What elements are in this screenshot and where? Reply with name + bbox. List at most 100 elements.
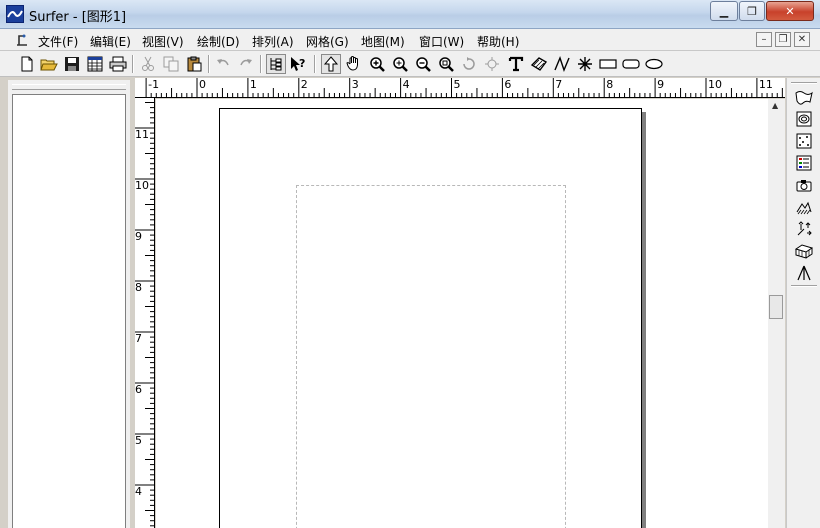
ellipse-button[interactable]: [644, 54, 664, 74]
pane-grip[interactable]: [12, 84, 126, 90]
toolbar-separator: [132, 55, 134, 73]
plot-canvas[interactable]: [156, 99, 768, 528]
menu-grid[interactable]: 网格(G): [306, 33, 349, 50]
reshape-button[interactable]: [482, 54, 502, 74]
menu-help[interactable]: 帮助(H): [477, 33, 519, 50]
paste-button[interactable]: [184, 54, 204, 74]
zoom-rectangle-button[interactable]: [390, 54, 410, 74]
menu-view[interactable]: 视图(V): [142, 33, 184, 50]
zoom-in-icon: [370, 57, 385, 72]
ruler-label: -1: [148, 78, 160, 91]
contour-map-button[interactable]: [793, 109, 815, 129]
rotate-button[interactable]: [459, 54, 479, 74]
cut-button[interactable]: [138, 54, 158, 74]
minimize-button[interactable]: ▁: [710, 1, 738, 21]
ruler-label: 5: [453, 78, 461, 91]
shaded-relief-map-button[interactable]: [793, 197, 815, 217]
open-folder-icon: [40, 59, 58, 71]
rectangle-button[interactable]: [598, 54, 618, 74]
maximize-button[interactable]: ❐: [739, 1, 765, 21]
symbol-button[interactable]: [575, 54, 595, 74]
ruler-label: 7: [135, 332, 142, 345]
polygon-button[interactable]: [529, 54, 549, 74]
zoom-out-button[interactable]: [413, 54, 433, 74]
image-map-button[interactable]: [793, 175, 815, 195]
menu-edit[interactable]: 编辑(E): [90, 33, 131, 50]
mdi-close-button[interactable]: ✕: [794, 32, 810, 47]
redo-icon: [240, 59, 252, 66]
base-map-button[interactable]: [793, 87, 815, 107]
vertical-scrollbar[interactable]: ▲: [768, 99, 785, 528]
object-manager-icon: [270, 58, 282, 71]
copy-icon: [163, 56, 179, 72]
ruler-label: 9: [135, 230, 142, 243]
redo-button[interactable]: [236, 54, 256, 74]
ruler-label: 0: [199, 78, 206, 91]
scroll-thumb[interactable]: [769, 295, 783, 319]
3d-surface-button[interactable]: [793, 263, 815, 283]
ruler-label: 4: [135, 485, 142, 498]
ruler-label: 10: [708, 78, 722, 91]
worksheet-button[interactable]: [85, 54, 105, 74]
mdi-restore-button[interactable]: ❐: [775, 32, 791, 47]
contour-map-icon: [796, 111, 812, 127]
zoom-in-button[interactable]: [367, 54, 387, 74]
context-help-button[interactable]: ?: [288, 54, 308, 74]
object-manager-tree[interactable]: [12, 94, 126, 528]
main-toolbar: ?: [0, 51, 820, 77]
ruler-label: 11: [758, 78, 773, 91]
horizontal-ruler: -1 0 1 2 3 4 5 6 7 8 9 10 11: [135, 78, 785, 98]
document-icon[interactable]: [14, 32, 30, 48]
rotate-icon: [463, 57, 475, 70]
object-manager-pane: [8, 80, 130, 528]
polyline-button[interactable]: [552, 54, 572, 74]
ruler-label: 3: [351, 78, 359, 91]
menu-arrange[interactable]: 排列(A): [252, 33, 294, 50]
text-button[interactable]: [506, 54, 526, 74]
rounded-rectangle-button[interactable]: [621, 54, 641, 74]
arrow-up-icon: [323, 56, 339, 72]
mdi-minimize-button[interactable]: –: [756, 32, 772, 47]
menu-map[interactable]: 地图(M): [361, 33, 405, 50]
worksheet-icon: [87, 56, 103, 72]
page-sheet[interactable]: [219, 108, 642, 528]
rectangle-icon: [599, 59, 617, 69]
surface-icon: [797, 265, 811, 281]
print-button[interactable]: [108, 54, 128, 74]
close-icon: ✕: [785, 4, 795, 18]
reshape-icon: [485, 57, 499, 71]
scissors-icon: [142, 56, 154, 71]
ruler-label: 9: [657, 78, 665, 91]
symbol-icon: [578, 57, 592, 71]
menu-file[interactable]: 文件(F): [38, 33, 78, 50]
rounded-rectangle-icon: [622, 59, 640, 69]
ruler-label: 10: [135, 179, 149, 192]
object-manager-button[interactable]: [266, 54, 286, 74]
scroll-up-icon[interactable]: ▲: [772, 101, 778, 110]
menu-window[interactable]: 窗口(W): [419, 33, 464, 50]
new-document-button[interactable]: [17, 54, 37, 74]
help-pointer-icon: ?: [291, 57, 305, 71]
undo-button[interactable]: [213, 54, 233, 74]
copy-button[interactable]: [161, 54, 181, 74]
3d-wireframe-button[interactable]: [793, 241, 815, 261]
post-map-button[interactable]: [793, 131, 815, 151]
menu-draw[interactable]: 绘制(D): [197, 33, 240, 50]
classed-post-map-button[interactable]: [793, 153, 815, 173]
pan-button[interactable]: [344, 54, 364, 74]
close-icon: ✕: [797, 34, 807, 45]
ruler-label: 1: [249, 78, 257, 91]
close-button[interactable]: ✕: [766, 1, 814, 21]
window-title: Surfer - [图形1]: [29, 10, 127, 25]
save-button[interactable]: [62, 54, 82, 74]
map-toolbar: [786, 78, 820, 528]
ruler-label: 5: [135, 434, 142, 447]
ruler-label: 6: [135, 383, 142, 396]
minimize-icon: –: [761, 34, 767, 45]
surfer-app-icon[interactable]: [6, 5, 24, 23]
zoom-page-button[interactable]: [436, 54, 456, 74]
restore-icon: ❐: [747, 4, 757, 18]
vector-map-button[interactable]: [793, 219, 815, 239]
open-button[interactable]: [39, 54, 59, 74]
select-button[interactable]: [321, 54, 341, 74]
